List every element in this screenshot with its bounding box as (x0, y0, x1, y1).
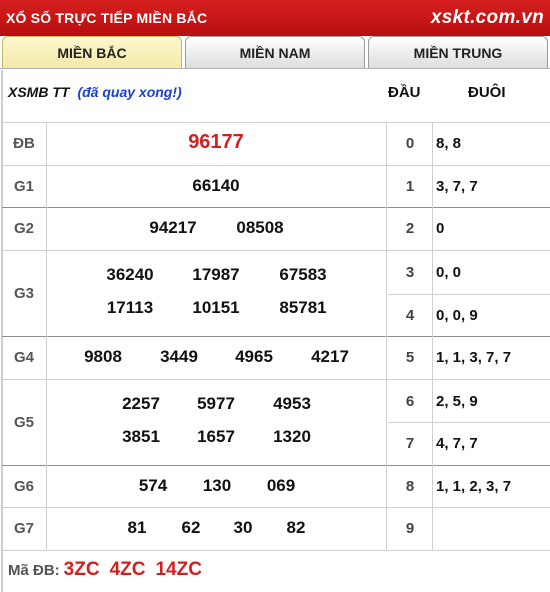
grid-line (2, 122, 550, 123)
tab-mien-trung[interactable]: MIỀN TRUNG (368, 36, 548, 69)
column-header-dau: ĐẦU (388, 84, 421, 101)
loto-dau: 9 (405, 520, 415, 537)
grid-line (2, 507, 550, 508)
tab-mien-nam[interactable]: MIỀN NAM (185, 36, 365, 69)
top-banner: XỔ SỐ TRỰC TIẾP MIỀN BẮC xskt.com.vn (0, 0, 550, 36)
grid-line (2, 207, 550, 208)
loto-duoi: 3, 7, 7 (436, 178, 478, 195)
loto-duoi: 0 (436, 220, 445, 237)
prize-number-g5: 4953 (273, 394, 311, 413)
tab-mien-bac[interactable]: MIỀN BẮC (2, 36, 182, 69)
special-code: 3ZC (63, 559, 100, 580)
prize-label-db: ĐB (13, 135, 35, 152)
loto-duoi: 1, 1, 2, 3, 7 (436, 478, 512, 495)
prize-label-g3: G3 (13, 284, 34, 302)
loto-dau: 2 (405, 220, 415, 237)
draw-status: (đã quay xong!) (77, 84, 182, 100)
prize-label-g6: G6 (13, 477, 34, 495)
prize-number-g4: 4965 (235, 347, 273, 366)
grid-line (2, 465, 550, 466)
region-tabs: MIỀN BẮC MIỀN NAM MIỀN TRUNG (0, 36, 550, 69)
prize-label-g7: G7 (13, 520, 34, 537)
prize-number-g1: 66140 (192, 176, 240, 195)
special-codes: Mã ĐB: 3ZC 4ZC 14ZC (8, 559, 202, 581)
loto-dau: 5 (405, 349, 415, 366)
prize-number-g7: 82 (286, 518, 306, 537)
grid-line (432, 122, 433, 550)
prize-number-g3: 10151 (192, 298, 240, 317)
grid-line (46, 122, 47, 550)
page-title: XỔ SỐ TRỰC TIẾP MIỀN BẮC (6, 10, 208, 26)
prize-number-g2: 94217 (149, 218, 197, 237)
prize-number-g6: 069 (266, 476, 296, 495)
prize-number-g5: 1657 (197, 427, 235, 446)
prize-label-g1: G1 (13, 177, 34, 195)
prize-label-g5: G5 (13, 413, 34, 431)
column-header-duoi: ĐUÔI (468, 84, 506, 101)
grid-line (388, 422, 550, 423)
prize-number-g5: 5977 (197, 394, 235, 413)
loto-dau: 1 (405, 178, 415, 195)
loto-duoi: 0, 0, 9 (436, 307, 478, 324)
prize-number-g4: 4217 (311, 347, 349, 366)
prize-number-g5: 3851 (122, 427, 160, 446)
prize-number-db: 96177 (188, 131, 244, 153)
loto-dau: 8 (405, 478, 415, 495)
loto-dau: 4 (405, 307, 415, 324)
prize-number-g3: 17987 (192, 265, 240, 284)
prize-number-g5: 2257 (122, 394, 160, 413)
loto-duoi: 4, 7, 7 (436, 435, 478, 452)
prize-number-g3: 36240 (106, 265, 154, 284)
prize-label-g2: G2 (13, 220, 34, 237)
grid-line (2, 336, 550, 337)
prize-label-g4: G4 (13, 349, 34, 366)
prize-number-g4: 9808 (84, 347, 122, 366)
prize-number-g3: 85781 (279, 298, 327, 317)
grid-line (2, 550, 550, 551)
prize-number-g4: 3449 (160, 347, 198, 366)
loto-duoi: 0, 0 (436, 264, 462, 281)
grid-line (2, 165, 550, 166)
results-title: XSMB TT (8, 84, 70, 100)
grid-line (386, 122, 387, 550)
loto-dau: 6 (405, 393, 415, 410)
special-code: 4ZC (109, 559, 146, 580)
site-logo[interactable]: xskt.com.vn (431, 7, 544, 29)
results-heading: XSMB TT (đã quay xong!) (8, 84, 182, 100)
grid-line (2, 250, 550, 251)
prize-number-g3: 17113 (106, 298, 154, 317)
grid-line (388, 294, 550, 295)
special-code: 14ZC (155, 559, 202, 580)
loto-dau: 7 (405, 435, 415, 452)
loto-duoi: 2, 5, 9 (436, 393, 478, 410)
tab-divider (0, 68, 550, 69)
prize-number-g5: 1320 (273, 427, 311, 446)
results-frame (1, 70, 550, 592)
grid-line (2, 379, 550, 380)
prize-number-g2: 08508 (236, 218, 284, 237)
loto-dau: 0 (405, 135, 415, 152)
loto-dau: 3 (405, 264, 415, 281)
prize-number-g3: 67583 (279, 265, 327, 284)
loto-duoi: 8, 8 (436, 135, 462, 152)
special-codes-label: Mã ĐB: (8, 562, 60, 579)
loto-duoi: 1, 1, 3, 7, 7 (436, 349, 512, 366)
